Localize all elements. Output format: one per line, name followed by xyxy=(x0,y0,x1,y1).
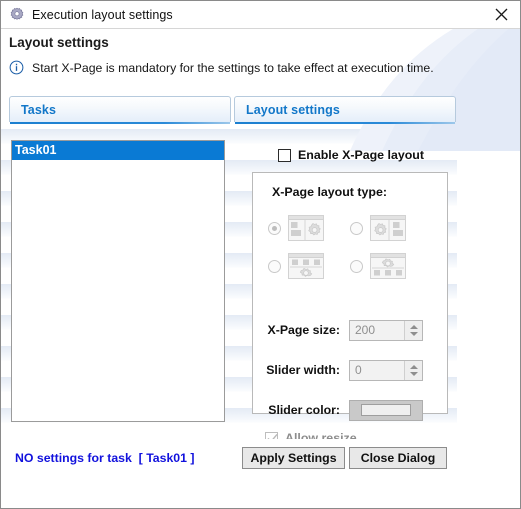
enable-xpage-layout-label: Enable X-Page layout xyxy=(298,148,425,162)
enable-xpage-layout-row[interactable]: Enable X-Page layout xyxy=(278,148,424,162)
layout-type-right-panels-option[interactable] xyxy=(350,214,407,242)
chevron-up-icon[interactable] xyxy=(409,324,418,329)
xpage-size-row: X-Page size: 200 xyxy=(253,319,449,341)
thumbnail-panels-bottom-icon xyxy=(370,253,406,279)
xpage-size-stepper[interactable]: 200 xyxy=(349,319,423,341)
page-title: Layout settings xyxy=(9,35,109,50)
layout-type-left-panels-radio[interactable] xyxy=(268,221,281,235)
slider-width-row: Slider width: 0 xyxy=(253,359,449,381)
tab-layout-settings[interactable]: Layout settings xyxy=(234,96,456,124)
thumbnail-panels-left-icon xyxy=(288,215,324,241)
enable-xpage-layout-checkbox[interactable] xyxy=(278,148,291,162)
slider-width-label: Slider width: xyxy=(266,363,340,377)
list-item-task01[interactable]: Task01 xyxy=(12,141,224,160)
layout-type-top-panels-radio[interactable] xyxy=(268,259,281,273)
close-dialog-button[interactable]: Close Dialog xyxy=(349,447,447,469)
info-message: Start X-Page is mandatory for the settin… xyxy=(32,60,434,75)
slider-color-label: Slider color: xyxy=(268,403,340,417)
task-list[interactable]: Task01 xyxy=(11,140,225,422)
apply-settings-button[interactable]: Apply Settings xyxy=(242,447,345,469)
slider-color-row: Slider color: xyxy=(253,399,449,421)
slider-width-arrows[interactable] xyxy=(404,360,422,380)
layout-type-top-panels-option[interactable] xyxy=(268,252,325,280)
close-button[interactable] xyxy=(486,2,516,26)
xpage-size-value[interactable]: 200 xyxy=(350,323,404,337)
title-bar: Execution layout settings xyxy=(1,1,520,29)
slider-color-swatch-button[interactable] xyxy=(349,399,423,421)
layout-type-left-panels-option[interactable] xyxy=(268,214,325,242)
layout-type-right-panels-radio[interactable] xyxy=(350,221,363,235)
close-icon xyxy=(495,8,507,20)
thumbnail-panels-top-icon xyxy=(288,253,324,279)
tab-layout-settings-underline xyxy=(235,122,455,124)
slider-width-stepper[interactable]: 0 xyxy=(349,359,423,381)
layout-type-bottom-panels-radio[interactable] xyxy=(350,259,363,273)
slider-color-swatch xyxy=(361,404,411,416)
tab-tasks-underline xyxy=(10,122,230,124)
tab-bar: Tasks Layout settings xyxy=(1,96,520,124)
header-band: Layout settings Start X-Page is mandator… xyxy=(1,29,520,89)
status-message: NO settings for task [ Task01 ] xyxy=(15,451,195,465)
slider-width-value[interactable]: 0 xyxy=(350,363,404,377)
xpage-layout-type-title: X-Page layout type: xyxy=(272,185,387,199)
layout-type-bottom-panels-option[interactable] xyxy=(350,252,407,280)
info-circle-icon xyxy=(9,60,24,75)
gear-icon xyxy=(10,7,24,20)
tab-layout-settings-label: Layout settings xyxy=(246,102,340,117)
chevron-down-icon[interactable] xyxy=(409,331,418,336)
thumbnail-panels-right-icon xyxy=(370,215,406,241)
info-message-row: Start X-Page is mandatory for the settin… xyxy=(9,60,434,75)
xpage-layout-type-group: X-Page layout type: X-Page size: 200 Sli… xyxy=(252,172,449,445)
chevron-up-icon[interactable] xyxy=(409,364,418,369)
layout-settings-pane: Enable X-Page layout X-Page layout type: xyxy=(234,140,456,445)
xpage-size-arrows[interactable] xyxy=(404,320,422,340)
window-title: Execution layout settings xyxy=(32,7,173,22)
chevron-down-icon[interactable] xyxy=(409,371,418,376)
xpage-size-label: X-Page size: xyxy=(267,323,340,337)
execution-layout-settings-dialog: Execution layout settings Layout setting… xyxy=(0,0,521,509)
tab-tasks[interactable]: Tasks xyxy=(9,96,231,124)
footer-bar: NO settings for task [ Task01 ] Apply Se… xyxy=(1,439,520,508)
tab-tasks-label: Tasks xyxy=(21,102,57,117)
